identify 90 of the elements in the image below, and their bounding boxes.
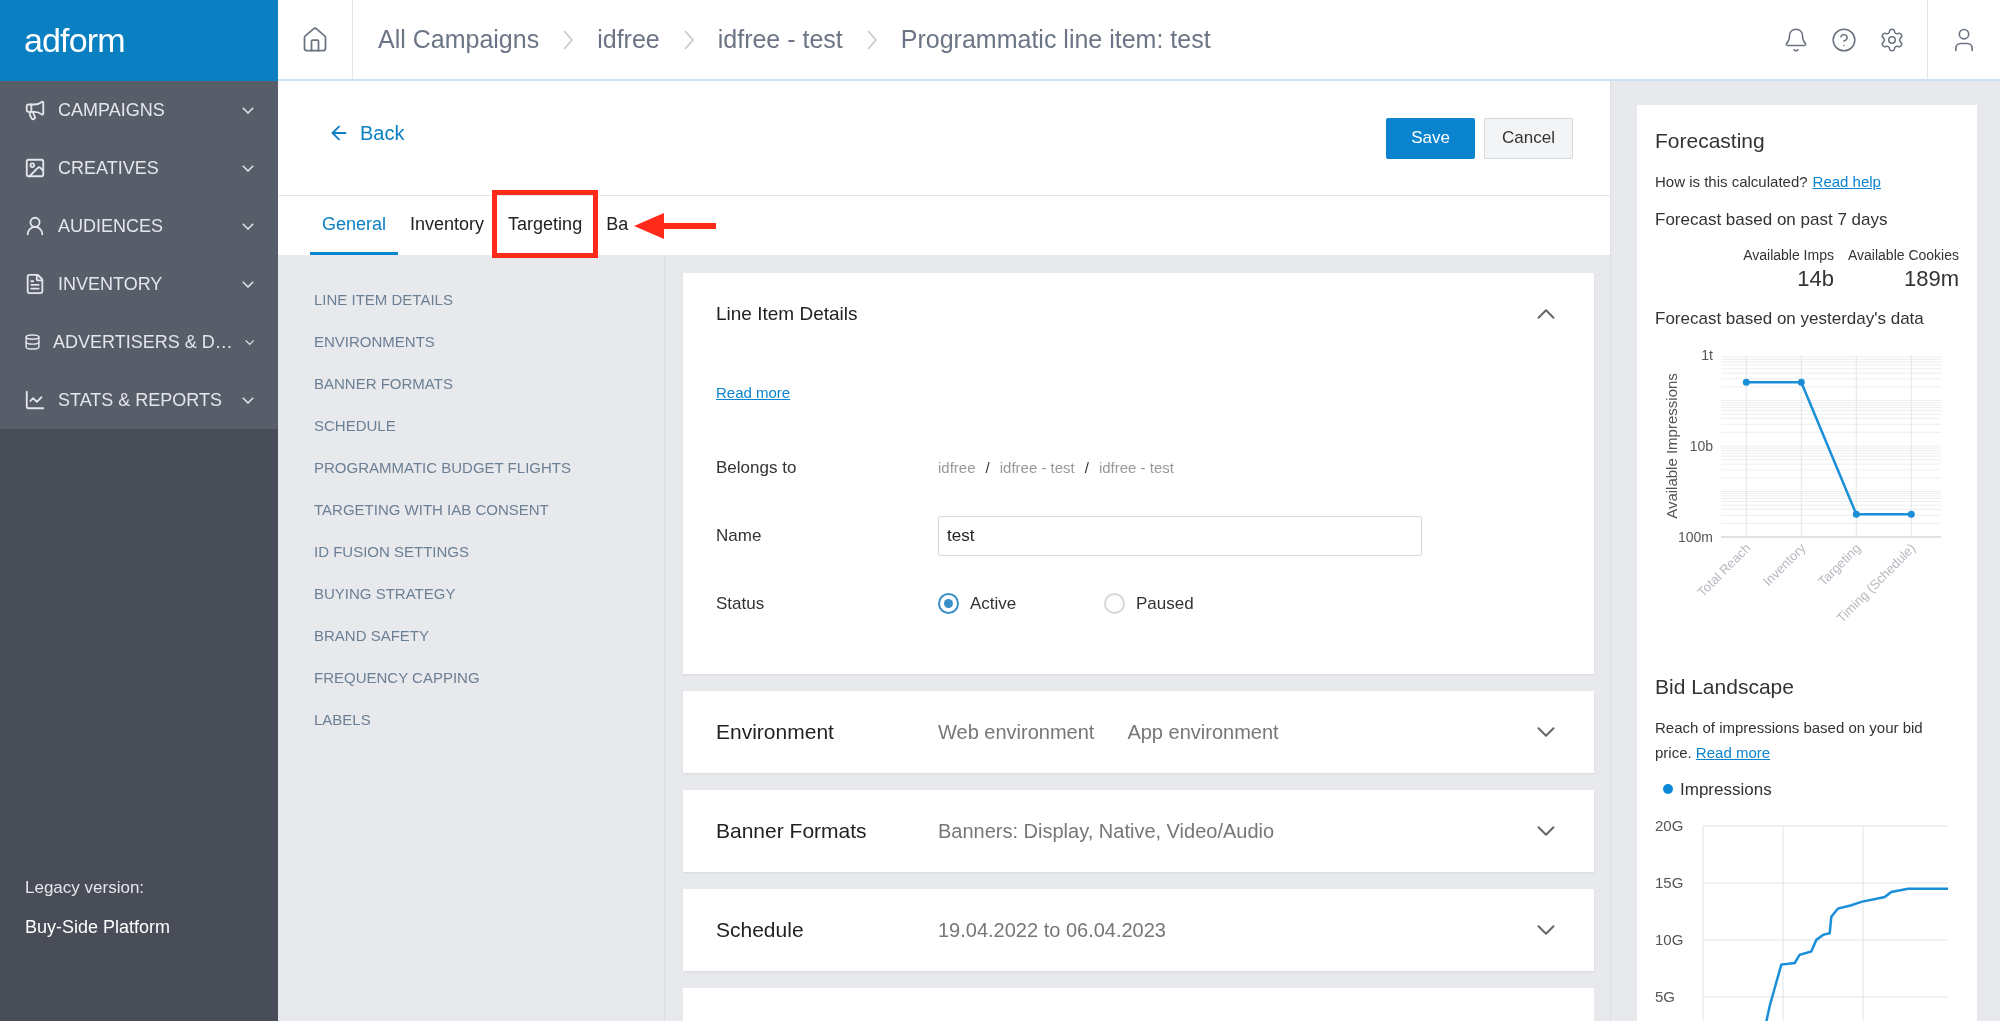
axis-label: 1t [1701, 347, 1713, 363]
legacy-label: Legacy version: [25, 876, 146, 899]
sidebar-item[interactable]: INVENTORY [0, 255, 278, 313]
chevron-right-icon [563, 29, 574, 50]
section-nav-link[interactable]: PROGRAMMATIC BUDGET FLIGHTS [314, 457, 664, 478]
settings-icon[interactable] [1879, 26, 1905, 53]
field-label: Status [716, 592, 766, 615]
panel-title: Forecasting [1655, 128, 1766, 154]
tab[interactable]: Targeting [496, 201, 595, 255]
sidebar-item[interactable]: AUDIENCES [0, 197, 278, 255]
stat-label: Available Cookies [1847, 245, 1959, 265]
section-nav-link[interactable]: LINE ITEM DETAILS [314, 289, 664, 310]
read-more-link[interactable]: Read more [716, 384, 791, 401]
bid-description: Reach of impressions based on your bid price. Read more [1655, 717, 1924, 763]
database-icon [24, 331, 41, 353]
sidebar-item[interactable]: CREATIVES [0, 139, 278, 197]
chevron-icon [242, 396, 254, 404]
field-label: Name [716, 524, 763, 547]
breadcrumb-link[interactable]: idfree - test [717, 20, 843, 59]
section-title[interactable]: Banner Formats [716, 815, 938, 847]
sidebar-item[interactable]: ADVERTISERS & D… [0, 313, 278, 371]
section-title[interactable]: Line Item Details [716, 299, 938, 329]
section-nav-link[interactable]: BANNER FORMATS [314, 373, 664, 394]
platform-link[interactable]: Buy-Side Platform [25, 914, 253, 941]
help-text: How is this calculated? [1655, 171, 1808, 192]
section-nav-link[interactable]: SCHEDULE [314, 415, 664, 436]
section-nav-link[interactable]: ENVIRONMENTS [314, 331, 664, 352]
cancel-button[interactable]: Cancel [1484, 117, 1573, 159]
home-icon[interactable] [301, 25, 329, 54]
chevron-icon [242, 106, 254, 114]
tab[interactable]: Ba [594, 201, 641, 255]
read-help-link[interactable]: Read help [1812, 170, 1881, 193]
sidebar-item[interactable]: STATS & REPORTS [0, 371, 278, 429]
breadcrumb-link[interactable]: All Campaigns [378, 20, 540, 59]
sidebar-item[interactable]: CAMPAIGNS [0, 81, 278, 139]
section-summary: Banners: Display, Native, Video/Audio [938, 819, 1275, 844]
help-icon[interactable] [1831, 26, 1857, 53]
document-icon [24, 273, 46, 295]
stat-value: 14b [1797, 265, 1834, 292]
axis-title: Available Impressions [1663, 373, 1680, 519]
path-separator: / [1084, 457, 1089, 478]
bell-icon[interactable] [1783, 26, 1809, 53]
axis-label: 20G [1655, 817, 1684, 834]
section-title[interactable]: Schedule [716, 914, 938, 946]
chevron-right-icon [866, 29, 877, 50]
breadcrumb-link[interactable]: Programmatic line item: test [900, 20, 1211, 59]
read-more-link[interactable]: Read more [1695, 743, 1771, 761]
section-nav-link[interactable]: LABELS [314, 709, 664, 730]
name-input[interactable]: test [938, 515, 1422, 556]
axis-label: 10b [1689, 438, 1713, 454]
section-nav-link[interactable]: BRAND SAFETY [314, 625, 664, 646]
path-link[interactable]: idfree [938, 456, 976, 479]
axis-label: 15G [1655, 874, 1684, 891]
chevron-icon [242, 164, 254, 172]
legend-label: Impressions [1680, 778, 1772, 801]
status-radio[interactable]: Active [938, 590, 1052, 616]
path-separator: / [985, 457, 990, 478]
section-title[interactable]: Environment [716, 716, 938, 748]
back-link[interactable]: Back [328, 118, 405, 148]
panel-title: Bid Landscape [1655, 674, 1795, 700]
image-icon [24, 157, 46, 179]
section-summary: App environment [1127, 720, 1279, 745]
tab[interactable]: Inventory [398, 201, 497, 255]
axis-label: 10G [1655, 931, 1684, 948]
save-button[interactable]: Save [1386, 117, 1476, 159]
chevron-right-icon [683, 29, 694, 50]
section-summary: 19.04.2022 to 06.04.2023 [938, 918, 1166, 943]
stat-label: Available Imps [1743, 245, 1834, 265]
section-summary: Web environment [938, 720, 1095, 745]
section-nav-link[interactable]: BUYING STRATEGY [314, 583, 664, 604]
stat-value: 189m [1903, 265, 1959, 292]
chevron-icon [242, 280, 254, 288]
section-nav-link[interactable]: FREQUENCY CAPPING [314, 667, 664, 688]
axis-label: 5G [1655, 988, 1675, 1005]
subtitle: Forecast based on yesterday's data [1655, 307, 1925, 330]
subtitle: Forecast based on past 7 days [1655, 209, 1889, 231]
megaphone-icon [24, 99, 46, 121]
field-label: Belongs to [716, 457, 798, 479]
path-link[interactable]: idfree - test [999, 456, 1075, 479]
path-link[interactable]: idfree - test [1098, 456, 1174, 479]
section-nav-link[interactable]: ID FUSION SETTINGS [314, 541, 664, 562]
section-nav-link[interactable]: TARGETING WITH IAB CONSENT [314, 499, 664, 520]
chevron-icon [244, 338, 254, 346]
line-chart-icon [24, 389, 46, 411]
status-radio[interactable]: Paused [1104, 590, 1218, 616]
chevron-icon [242, 222, 254, 230]
breadcrumb-link[interactable]: idfree [597, 20, 660, 59]
axis-label: 100m [1677, 529, 1713, 545]
tab[interactable]: General [310, 201, 399, 255]
person-icon [24, 215, 46, 237]
